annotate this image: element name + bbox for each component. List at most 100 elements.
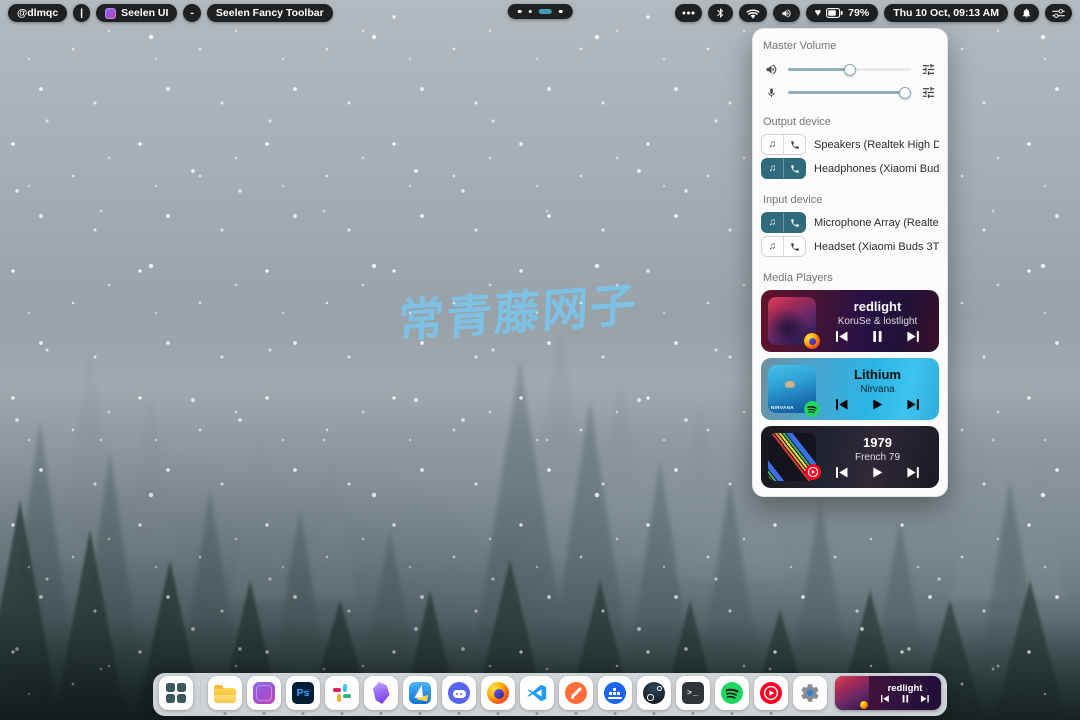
toolbar-right-group: ♥ 79% Thu 10 Oct, 09:13 AM (675, 4, 1072, 22)
app-launcher-icon (166, 683, 186, 703)
media-info: 1979 French 79 (816, 436, 939, 478)
folder-icon (214, 688, 236, 703)
divider-badge: | (73, 4, 90, 22)
track-title: redlight (888, 684, 923, 694)
input-device-headset[interactable]: ♫ Headset (Xiaomi Buds 3T Pro) (761, 236, 939, 257)
media-route-button[interactable]: ♫ (762, 213, 783, 232)
workspace-dot-2[interactable] (528, 10, 532, 14)
media-info: redlight KoruSe & lostlight (816, 300, 939, 342)
minimize-badge[interactable]: - (183, 4, 201, 22)
call-route-button[interactable] (783, 159, 805, 178)
play-button[interactable] (871, 467, 884, 478)
media-player-card-1979[interactable]: 1979 French 79 (761, 426, 939, 488)
previous-button[interactable] (836, 399, 849, 410)
bluetooth-icon (715, 7, 726, 19)
pause-button[interactable] (901, 695, 910, 703)
previous-button[interactable] (836, 467, 849, 478)
media-player-card-redlight[interactable]: redlight KoruSe & lostlight (761, 290, 939, 352)
next-button[interactable] (920, 695, 929, 703)
call-route-button[interactable] (783, 213, 805, 232)
speaker-volume-slider[interactable] (788, 68, 911, 72)
play-button[interactable] (871, 399, 884, 410)
input-device-mic-array[interactable]: ♫ Microphone Array (Realtek High Def... (761, 212, 939, 233)
dock-item-seelen-ui[interactable] (247, 676, 281, 710)
settings-gear-icon (799, 682, 821, 704)
seelen-ui-icon (253, 682, 275, 704)
dock-item-app-launcher[interactable] (159, 676, 193, 710)
dock-item-photoshop[interactable]: Ps (286, 676, 320, 710)
dock-item-settings[interactable] (793, 676, 827, 710)
dock-item-slack[interactable] (325, 676, 359, 710)
workspace-active-indicator[interactable] (539, 9, 552, 14)
toolbar-title-badge[interactable]: Seelen Fancy Toolbar (207, 4, 333, 22)
volume-button[interactable] (773, 4, 800, 22)
notifications-button[interactable] (1014, 4, 1039, 22)
media-route-button[interactable]: ♫ (762, 135, 783, 154)
user-badge[interactable]: @dlmqc (8, 4, 67, 22)
workspace-switcher[interactable] (508, 4, 573, 19)
dock-item-file-explorer[interactable] (208, 676, 242, 710)
speaker-mixer-button[interactable] (920, 62, 936, 77)
wifi-icon (746, 8, 760, 19)
mic-volume-row (761, 81, 939, 104)
seelen-ui-badge[interactable]: Seelen UI (96, 4, 177, 22)
terminal-label: >_ (687, 688, 699, 698)
bluetooth-button[interactable] (708, 4, 733, 22)
mic-slider-handle[interactable] (899, 87, 911, 99)
minimize-label: - (190, 7, 194, 19)
phone-icon (790, 164, 800, 174)
previous-button[interactable] (836, 331, 849, 342)
pause-button[interactable] (871, 331, 884, 342)
media-route-button[interactable]: ♫ (762, 159, 783, 178)
mic-mixer-button[interactable] (920, 85, 936, 100)
dock-item-obsidian[interactable] (364, 676, 398, 710)
dock-item-postman[interactable] (559, 676, 593, 710)
previous-button[interactable] (881, 695, 890, 703)
call-route-button[interactable] (783, 237, 805, 256)
dock-item-terminal[interactable]: >_ (676, 676, 710, 710)
battery-icon (826, 8, 843, 18)
next-button[interactable] (906, 331, 919, 342)
workspace-dot-4[interactable] (559, 10, 563, 14)
datetime-badge[interactable]: Thu 10 Oct, 09:13 AM (884, 4, 1008, 22)
toolbar-title-label: Seelen Fancy Toolbar (216, 7, 324, 19)
terminal-icon: >_ (682, 682, 704, 704)
wifi-button[interactable] (739, 4, 767, 22)
album-art: NIRVANA (768, 365, 816, 413)
divider-label: | (80, 7, 83, 19)
call-route-button[interactable] (783, 135, 805, 154)
media-player-card-lithium[interactable]: NIRVANA Lithium Nirvana (761, 358, 939, 420)
photoshop-label: Ps (297, 687, 310, 699)
output-device-headphones[interactable]: ♫ Headphones (Xiaomi Buds 3T Pro) (761, 158, 939, 179)
battery-percent-label: 79% (848, 7, 869, 19)
toolbar-left-group: @dlmqc | Seelen UI - Seelen Fancy Toolba… (8, 4, 333, 22)
heart-icon: ♥ (815, 8, 822, 19)
speaker-slider-handle[interactable] (844, 64, 856, 76)
workspace-dot-1[interactable] (518, 10, 522, 14)
dock-item-firefox[interactable] (481, 676, 515, 710)
phone-icon (790, 140, 800, 150)
next-button[interactable] (906, 399, 919, 410)
dock-media-widget[interactable]: redlight (835, 676, 941, 710)
dock-item-spark[interactable] (403, 676, 437, 710)
quick-settings-button[interactable] (1045, 4, 1072, 22)
output-device-speakers[interactable]: ♫ Speakers (Realtek High Definition A... (761, 134, 939, 155)
dock-item-steam[interactable] (637, 676, 671, 710)
battery-badge[interactable]: ♥ 79% (806, 4, 879, 22)
album-art (768, 297, 816, 345)
mic-volume-slider[interactable] (788, 91, 911, 95)
phone-icon (790, 218, 800, 228)
overflow-button[interactable] (675, 4, 702, 22)
seelen-ui-label: Seelen UI (121, 7, 168, 19)
bell-icon (1021, 7, 1032, 19)
media-route-button[interactable]: ♫ (762, 237, 783, 256)
dock-item-vscode[interactable] (520, 676, 554, 710)
dock-item-spotify[interactable] (715, 676, 749, 710)
next-button[interactable] (906, 467, 919, 478)
discord-icon (448, 682, 470, 704)
docker-icon (604, 682, 626, 704)
postman-icon (565, 682, 587, 704)
dock-item-discord[interactable] (442, 676, 476, 710)
dock-item-docker[interactable] (598, 676, 632, 710)
dock-item-youtube-music[interactable] (754, 676, 788, 710)
